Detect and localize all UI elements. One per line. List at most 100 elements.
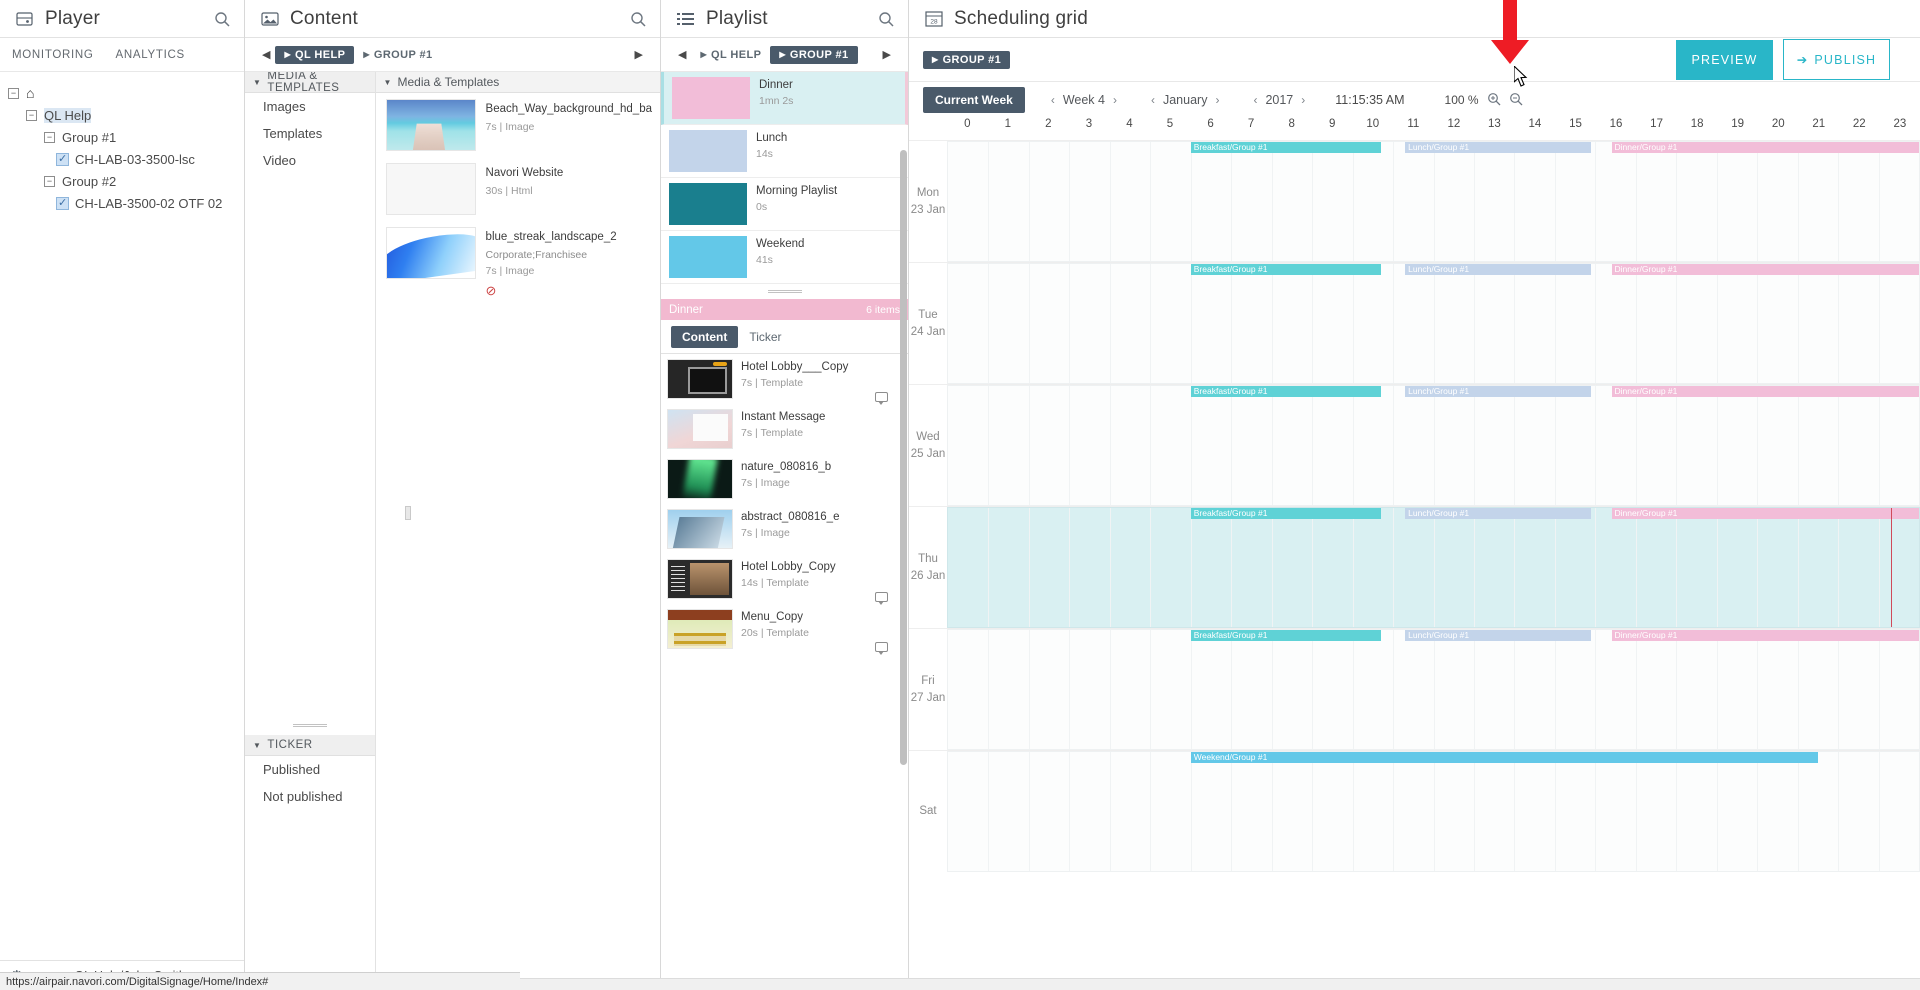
day-grid[interactable]: Breakfast/Group #1 Lunch/Group #1 Dinner/G… bbox=[947, 629, 1920, 750]
category-not-published[interactable]: Not published bbox=[245, 783, 375, 810]
media-item[interactable]: Beach_Way_background_hd_ba 7s | Image bbox=[376, 93, 660, 157]
day-grid[interactable]: Breakfast/Group #1 Lunch/Group #1 Dinner/G… bbox=[947, 263, 1920, 384]
schedule-event[interactable]: Dinner/Group #1 bbox=[1611, 508, 1919, 519]
year-next-icon[interactable]: › bbox=[1293, 93, 1313, 107]
media-item[interactable]: Navori Website 30s | Html bbox=[376, 157, 660, 221]
list-icon bbox=[675, 9, 696, 28]
current-week-button[interactable]: Current Week bbox=[923, 87, 1025, 113]
schedule-event[interactable]: Breakfast/Group #1 bbox=[1190, 630, 1381, 641]
grid-line bbox=[1797, 142, 1799, 261]
player-search-icon[interactable] bbox=[214, 11, 230, 27]
tab-ticker[interactable]: Ticker bbox=[738, 326, 792, 348]
tree-node-ch-lab-3500-02-otf-02[interactable]: CH-LAB-3500-02 OTF 02 bbox=[0, 192, 244, 214]
month-next-icon[interactable]: › bbox=[1207, 93, 1227, 107]
category-published[interactable]: Published bbox=[245, 756, 375, 783]
schedule-event[interactable]: Lunch/Group #1 bbox=[1405, 630, 1592, 641]
schedule-event[interactable]: Dinner/Group #1 bbox=[1611, 142, 1919, 153]
day-grid[interactable]: Weekend/Group #1 bbox=[947, 751, 1920, 872]
breadcrumb-prev-icon[interactable]: ◀ bbox=[257, 48, 275, 61]
week-next-icon[interactable]: › bbox=[1105, 93, 1125, 107]
playlist-scrollbar[interactable] bbox=[900, 150, 907, 765]
playlist-content-item[interactable]: Hotel Lobby_Copy 14s | Template bbox=[661, 554, 908, 605]
breadcrumb-item-group-1[interactable]: ▶ GROUP #1 bbox=[923, 50, 1011, 69]
schedule-event[interactable]: Breakfast/Group #1 bbox=[1190, 508, 1381, 519]
schedule-event[interactable]: Breakfast/Group #1 bbox=[1190, 386, 1381, 397]
expander-icon[interactable]: − bbox=[44, 131, 55, 143]
schedule-event[interactable]: Dinner/Group #1 bbox=[1611, 264, 1919, 275]
grid-line bbox=[1797, 508, 1799, 627]
expander-icon[interactable]: − bbox=[26, 109, 37, 121]
playlist-item-morning-playlist[interactable]: Morning Playlist 0s bbox=[661, 178, 908, 231]
breadcrumb-next-icon[interactable]: ▶ bbox=[878, 48, 896, 61]
year-prev-icon[interactable]: ‹ bbox=[1245, 93, 1265, 107]
category-video[interactable]: Video bbox=[245, 147, 375, 174]
zoom-out-icon[interactable] bbox=[1509, 92, 1523, 109]
day-grid[interactable]: Breakfast/Group #1 Lunch/Group #1 Dinner/G… bbox=[947, 385, 1920, 506]
comment-bubble-icon[interactable] bbox=[875, 392, 888, 405]
playlist-content-item[interactable]: abstract_080816_e 7s | Image bbox=[661, 504, 908, 554]
schedule-event[interactable]: Breakfast/Group #1 bbox=[1190, 264, 1381, 275]
playlist-search-icon[interactable] bbox=[878, 11, 894, 27]
tree-node-root[interactable]: − ⌂ bbox=[0, 82, 244, 104]
preview-button[interactable]: PREVIEW bbox=[1676, 39, 1773, 80]
tree-node-ch-lab-03-3500-lsc[interactable]: CH-LAB-03-3500-lsc bbox=[0, 148, 244, 170]
section-header-ticker[interactable]: ▼ TICKER bbox=[245, 735, 375, 756]
playlist-content-item[interactable]: Instant Message 7s | Template bbox=[661, 404, 908, 454]
comment-bubble-icon[interactable] bbox=[875, 592, 888, 605]
section-header-media-templates[interactable]: ▼ MEDIA & TEMPLATES bbox=[245, 72, 375, 94]
schedule-event[interactable]: Lunch/Group #1 bbox=[1405, 264, 1592, 275]
schedule-event[interactable]: Dinner/Group #1 bbox=[1611, 630, 1919, 641]
day-grid[interactable]: Breakfast/Group #1 Lunch/Group #1 Dinner/G… bbox=[947, 507, 1920, 628]
day-grid[interactable]: Breakfast/Group #1 Lunch/Group #1 Dinner/G… bbox=[947, 141, 1920, 262]
tree-node-group-1[interactable]: − Group #1 bbox=[0, 126, 244, 148]
schedule-event[interactable]: Breakfast/Group #1 bbox=[1190, 142, 1381, 153]
category-templates[interactable]: Templates bbox=[245, 120, 375, 147]
publish-button[interactable]: ➔ PUBLISH bbox=[1783, 39, 1890, 80]
panel-resize-handle[interactable] bbox=[292, 724, 327, 727]
content-info: abstract_080816_e 7s | Image bbox=[741, 511, 840, 540]
media-list-header[interactable]: ▼ Media & Templates bbox=[375, 72, 660, 93]
zoom-in-icon[interactable] bbox=[1487, 92, 1501, 109]
week-prev-icon[interactable]: ‹ bbox=[1043, 93, 1063, 107]
tab-monitoring[interactable]: MONITORING bbox=[12, 49, 94, 61]
media-item[interactable]: blue_streak_landscape_2 Corporate;Franch… bbox=[376, 221, 660, 308]
playlist-item-dinner[interactable]: Dinner 1mn 2s bbox=[661, 72, 908, 125]
breadcrumb-item-group-1[interactable]: ▶ GROUP #1 bbox=[354, 46, 441, 64]
playlist-item-lunch[interactable]: Lunch 14s bbox=[661, 125, 908, 178]
tree-checkbox[interactable] bbox=[56, 196, 69, 210]
playlist-resize-handle[interactable] bbox=[767, 290, 802, 293]
schedule-event[interactable]: Lunch/Group #1 bbox=[1405, 508, 1592, 519]
comment-bubble-icon[interactable] bbox=[875, 642, 888, 655]
breadcrumb-next-icon[interactable]: ▶ bbox=[630, 48, 648, 61]
svg-text:28: 28 bbox=[930, 19, 938, 26]
year-label: 2017 bbox=[1265, 93, 1294, 107]
month-prev-icon[interactable]: ‹ bbox=[1143, 93, 1163, 107]
schedule-event[interactable]: Dinner/Group #1 bbox=[1611, 386, 1919, 397]
splitter-handle[interactable] bbox=[405, 506, 411, 520]
tree-node-group-2[interactable]: − Group #2 bbox=[0, 170, 244, 192]
breadcrumb-prev-icon[interactable]: ◀ bbox=[673, 48, 691, 61]
playlist-content-item[interactable]: Hotel Lobby___Copy 7s | Template bbox=[661, 354, 908, 405]
category-images[interactable]: Images bbox=[245, 93, 375, 120]
schedule-event[interactable]: Weekend/Group #1 bbox=[1190, 752, 1818, 763]
grid-line bbox=[1797, 264, 1799, 383]
tab-content[interactable]: Content bbox=[671, 325, 739, 348]
content-search-icon[interactable] bbox=[630, 11, 646, 27]
breadcrumb-item-ql-help[interactable]: ▶ QL HELP bbox=[275, 45, 355, 64]
playlist-content-item[interactable]: Menu_Copy 20s | Template bbox=[661, 604, 908, 655]
content-duration: 14s bbox=[741, 577, 758, 590]
schedule-event[interactable]: Lunch/Group #1 bbox=[1405, 386, 1592, 397]
playlist-item-weekend[interactable]: Weekend 41s bbox=[661, 231, 908, 284]
expander-icon[interactable]: − bbox=[44, 175, 55, 187]
grid-line bbox=[1190, 630, 1192, 749]
breadcrumb-item-group-1[interactable]: ▶ GROUP #1 bbox=[770, 45, 858, 64]
playlist-content-item[interactable]: nature_080816_b 7s | Image bbox=[661, 454, 908, 504]
tree-checkbox[interactable] bbox=[56, 152, 69, 166]
expander-icon[interactable]: − bbox=[8, 87, 19, 99]
playlist-panel: Playlist ◀ ▶ QL HELP ▶ GROUP #1 ▶ Dinner 1… bbox=[661, 0, 909, 990]
schedule-event[interactable]: Lunch/Group #1 bbox=[1405, 142, 1592, 153]
breadcrumb-item-ql-help[interactable]: ▶ QL HELP bbox=[691, 46, 770, 64]
tab-analytics[interactable]: ANALYTICS bbox=[116, 49, 185, 61]
tree-node-ql-help[interactable]: − QL Help bbox=[0, 104, 244, 126]
content-thumbnail bbox=[667, 409, 733, 449]
